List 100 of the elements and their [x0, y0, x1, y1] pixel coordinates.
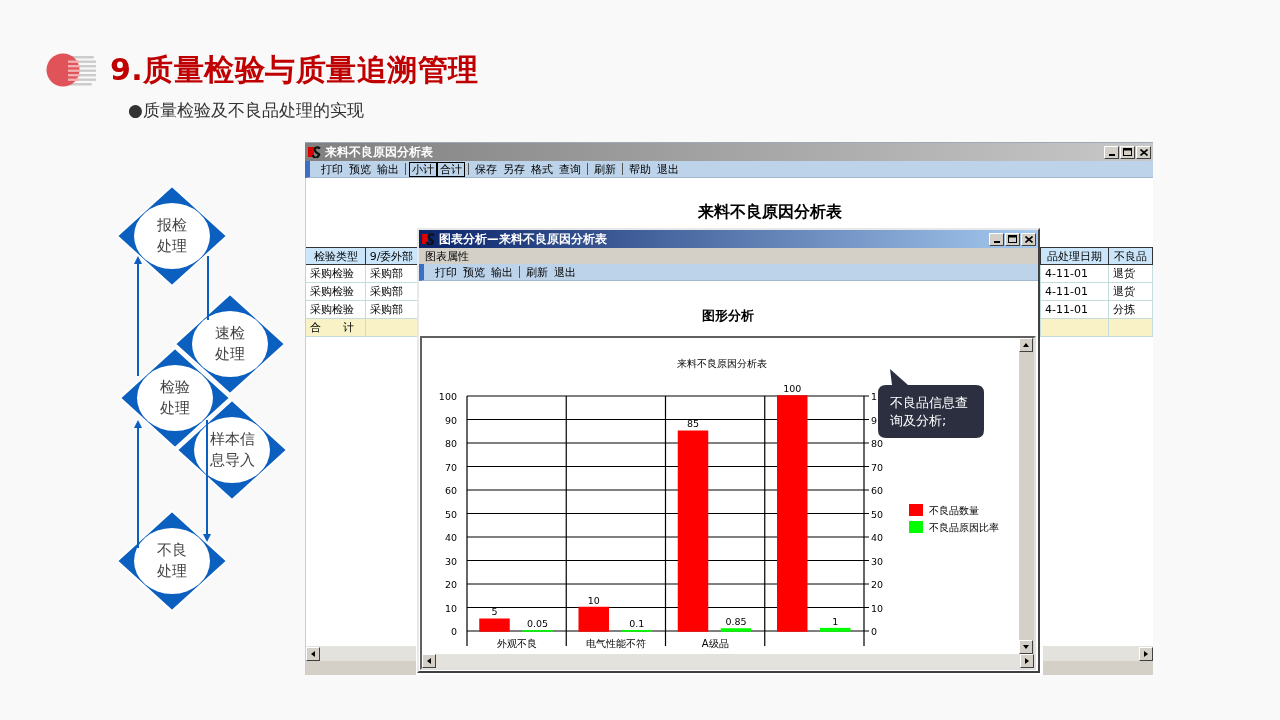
toolbar-button[interactable]: 刷新: [591, 162, 619, 176]
axis-tick-label: 50: [444, 508, 457, 520]
column-header: 不良品: [1109, 247, 1153, 265]
axis-tick-label: 0: [871, 626, 878, 637]
toolbar-button[interactable]: 帮助: [626, 162, 654, 176]
scroll-left-icon[interactable]: [310, 649, 316, 658]
legend-label: 不良品数量: [929, 505, 979, 516]
table-cell: 采购检验: [306, 265, 366, 283]
minimize-button[interactable]: [989, 232, 1004, 246]
toolbar-button[interactable]: 保存: [472, 162, 500, 176]
toolbar-button[interactable]: 合计: [437, 161, 465, 177]
toolbar-button[interactable]: 退出: [551, 265, 579, 279]
axis-tick-label: 10: [444, 602, 457, 614]
data-label: 100: [783, 383, 802, 394]
axis-tick-label: 70: [444, 461, 457, 473]
callout-text: 不良品信息查询及分析;: [890, 394, 969, 430]
table-cell: 退货: [1109, 283, 1153, 301]
scroll-right-icon[interactable]: [1143, 649, 1149, 658]
axis-tick-label: 10: [871, 602, 884, 614]
table-cell: 采购检验: [306, 283, 366, 301]
slide-title: 9.质量检验与质量追溯管理: [110, 50, 479, 89]
minimize-icon: [1108, 154, 1115, 156]
axis-tick-label: 20: [871, 579, 884, 590]
close-button[interactable]: [1136, 145, 1151, 159]
column-header: 9/委外部: [366, 247, 418, 265]
column-header: 品处理日期: [1041, 247, 1109, 265]
toolbar-button[interactable]: 预览: [346, 162, 374, 176]
axis-tick-label: 30: [444, 555, 457, 567]
toolbar-button[interactable]: 预览: [460, 265, 488, 279]
axis-tick-label: 40: [871, 532, 884, 543]
toolbar-button[interactable]: 打印: [432, 265, 460, 279]
axis-tick-label: 80: [871, 438, 884, 449]
node-label: 不良处理: [157, 540, 187, 582]
toolbar-button[interactable]: 另存: [500, 162, 528, 176]
maximize-button[interactable]: [1120, 145, 1135, 159]
axis-tick-label: 80: [444, 438, 457, 449]
toolbar-button[interactable]: 退出: [654, 162, 682, 176]
toolbar-button[interactable]: 输出: [488, 265, 516, 279]
maximize-icon: [1008, 235, 1017, 243]
category-label: 外观不良: [496, 638, 537, 649]
scroll-right-icon[interactable]: [1024, 657, 1030, 665]
toolbar-button[interactable]: 刷新: [523, 265, 551, 279]
data-label: 5: [491, 606, 498, 618]
axis-tick-label: 1: [871, 391, 878, 402]
axis-tick-label: 0: [450, 626, 457, 637]
table-cell: 4-11-01: [1041, 265, 1109, 283]
maximize-button[interactable]: [1005, 232, 1020, 246]
chart-heading: 图形分析: [701, 307, 755, 325]
axis-tick-label: 9: [871, 414, 878, 426]
data-label: 0.05: [526, 617, 549, 629]
toolbar-button[interactable]: 查询: [556, 162, 584, 176]
axis-tick-label: 60: [444, 485, 457, 496]
toolbar-button[interactable]: 小计: [409, 161, 437, 177]
app-logo-icon: [422, 233, 436, 245]
vertical-scrollbar[interactable]: [1019, 338, 1034, 654]
minimize-button[interactable]: [1104, 145, 1119, 159]
scroll-down-icon[interactable]: [1022, 644, 1030, 650]
scroll-left-icon[interactable]: [426, 657, 432, 665]
menu-item[interactable]: 图表属性: [423, 248, 471, 264]
horizontal-scrollbar[interactable]: [1043, 646, 1153, 661]
data-label: 1: [832, 615, 839, 627]
total-cell: [1041, 319, 1109, 337]
bullet-text: ●质量检验及不良品处理的实现: [128, 99, 365, 122]
node-label: 速检处理: [215, 323, 245, 365]
report-title: 来料不良原因分析表: [696, 201, 843, 223]
toolbar-button[interactable]: 输出: [374, 162, 402, 176]
axis-tick-label: 30: [871, 555, 884, 567]
axis-tick-label: 40: [444, 532, 457, 543]
horizontal-scrollbar[interactable]: [422, 654, 1034, 668]
node-label: 检验处理: [160, 377, 190, 419]
close-icon: [1024, 235, 1033, 243]
axis-tick-label: 70: [871, 461, 884, 473]
app-logo-icon: [308, 146, 322, 158]
data-label: 85: [686, 418, 700, 430]
total-label: 合 计: [306, 319, 366, 337]
table-cell: 退货: [1109, 265, 1153, 283]
total-cell: [1109, 319, 1153, 337]
axis-tick-label: 100: [438, 391, 457, 402]
node-label: 样本信息导入: [209, 429, 255, 471]
minimize-icon: [993, 241, 1000, 243]
chart-title: 来料不良原因分析表: [677, 358, 767, 369]
axis-tick-label: 50: [871, 508, 884, 520]
data-label: 10: [587, 594, 600, 606]
window-title: 图表分析—来料不良原因分析表: [439, 231, 608, 247]
category-label: A级品: [701, 638, 729, 649]
axis-tick-label: 60: [871, 485, 884, 496]
column-header: 检验类型: [306, 247, 366, 265]
data-label: 0.1: [629, 617, 645, 629]
axis-tick-label: 90: [444, 414, 457, 426]
axis-tick-label: 20: [444, 579, 457, 590]
toolbar-button[interactable]: 打印: [318, 162, 346, 176]
maximize-icon: [1123, 148, 1132, 156]
close-button[interactable]: [1021, 232, 1036, 246]
category-label: 电气性能不符: [585, 638, 646, 649]
window-title: 来料不良原因分析表: [325, 144, 434, 160]
toolbar-button[interactable]: 格式: [528, 162, 556, 176]
horizontal-scrollbar[interactable]: [306, 646, 416, 661]
scroll-up-icon[interactable]: [1022, 342, 1030, 348]
data-label: 0.85: [725, 616, 747, 627]
close-icon: [1139, 148, 1148, 156]
